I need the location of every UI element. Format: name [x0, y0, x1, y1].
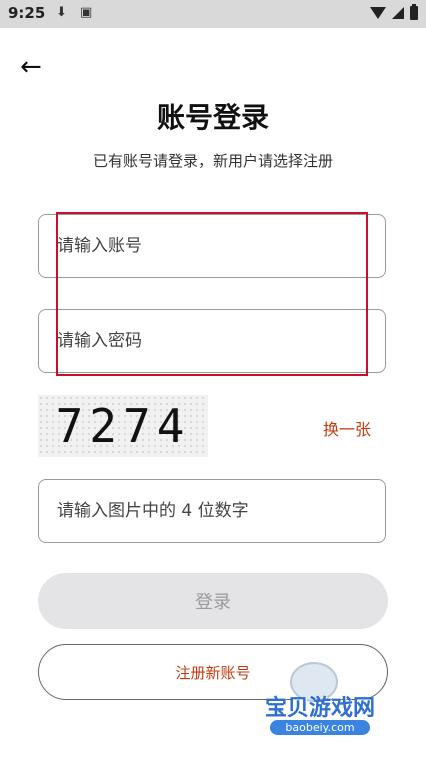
login-button[interactable]: 登录	[38, 573, 388, 629]
battery-icon	[410, 4, 418, 20]
signal-icon	[392, 7, 404, 19]
password-input[interactable]	[39, 310, 385, 372]
account-field-container	[38, 214, 386, 278]
a-icon: ▣	[80, 5, 93, 20]
status-icons	[370, 4, 418, 20]
arrow-left-icon: ←	[20, 52, 42, 82]
page-subtitle: 已有账号请登录，新用户请选择注册	[92, 152, 333, 170]
download-icon: ⬇	[56, 5, 67, 20]
account-input[interactable]	[39, 215, 385, 277]
status-time: 9:25	[8, 4, 46, 22]
page-title: 账号登录	[156, 101, 269, 134]
watermark-url: baobeiy.com	[270, 720, 370, 735]
password-field-container	[38, 309, 386, 373]
wifi-icon	[370, 7, 386, 19]
register-button[interactable]: 注册新账号	[38, 644, 388, 700]
captcha-image: 7274	[38, 395, 208, 457]
back-button[interactable]: ←	[20, 52, 50, 82]
refresh-captcha-link[interactable]: 换一张	[323, 416, 371, 440]
captcha-input[interactable]	[39, 480, 385, 542]
captcha-field-container	[38, 479, 386, 543]
status-bar: 9:25 ⬇ ▣	[0, 0, 426, 28]
